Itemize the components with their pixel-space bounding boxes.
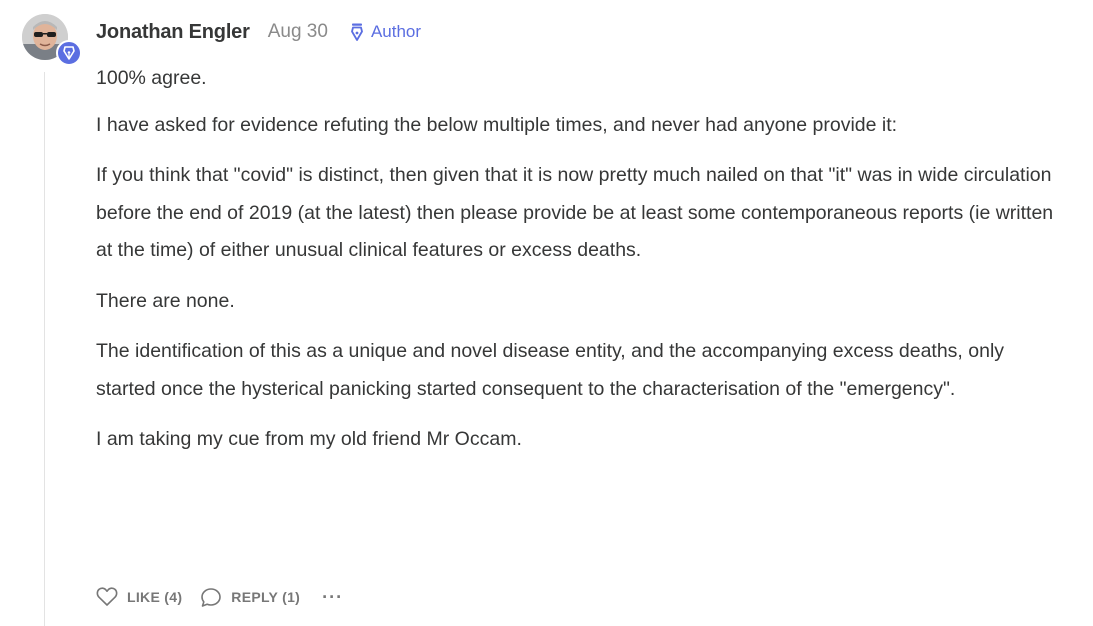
comment-date[interactable]: Aug 30 bbox=[268, 21, 328, 43]
reply-button[interactable]: REPLY (1) bbox=[200, 587, 300, 608]
comment-paragraph: If you think that "covid" is distinct, t… bbox=[96, 164, 1054, 261]
author-badge bbox=[56, 40, 82, 66]
like-label: LIKE (4) bbox=[127, 589, 183, 605]
speech-bubble-icon bbox=[201, 587, 222, 607]
avatar-container[interactable] bbox=[22, 14, 82, 66]
author-name[interactable]: Jonathan Engler bbox=[96, 21, 250, 44]
like-button[interactable]: LIKE (4) bbox=[96, 587, 182, 607]
more-options-button[interactable]: ··· bbox=[322, 587, 343, 608]
author-tag-label: Author bbox=[370, 22, 422, 41]
comment-paragraph: 100% agree. bbox=[96, 67, 207, 89]
comment-body: 100% agree. I have asked for evidence re… bbox=[96, 60, 1056, 472]
comment-paragraph: I have asked for evidence refuting the b… bbox=[96, 113, 898, 136]
fountain-pen-icon bbox=[63, 46, 75, 60]
comment-actions: LIKE (4) REPLY (1) ··· bbox=[96, 584, 343, 610]
author-tag: Author bbox=[350, 22, 421, 42]
heart-icon bbox=[96, 587, 118, 606]
thread-line bbox=[44, 72, 45, 626]
fountain-pen-icon bbox=[351, 23, 363, 41]
comment-header: Jonathan Engler Aug 30 Author bbox=[96, 17, 421, 47]
ellipsis-icon: ··· bbox=[322, 586, 344, 607]
comment-paragraph: There are none. bbox=[96, 289, 235, 312]
reply-label: REPLY (1) bbox=[231, 589, 301, 605]
comment-paragraph: The identification of this as a unique a… bbox=[96, 340, 1005, 400]
comment-paragraph: I am taking my cue from my old friend Mr… bbox=[96, 428, 522, 450]
